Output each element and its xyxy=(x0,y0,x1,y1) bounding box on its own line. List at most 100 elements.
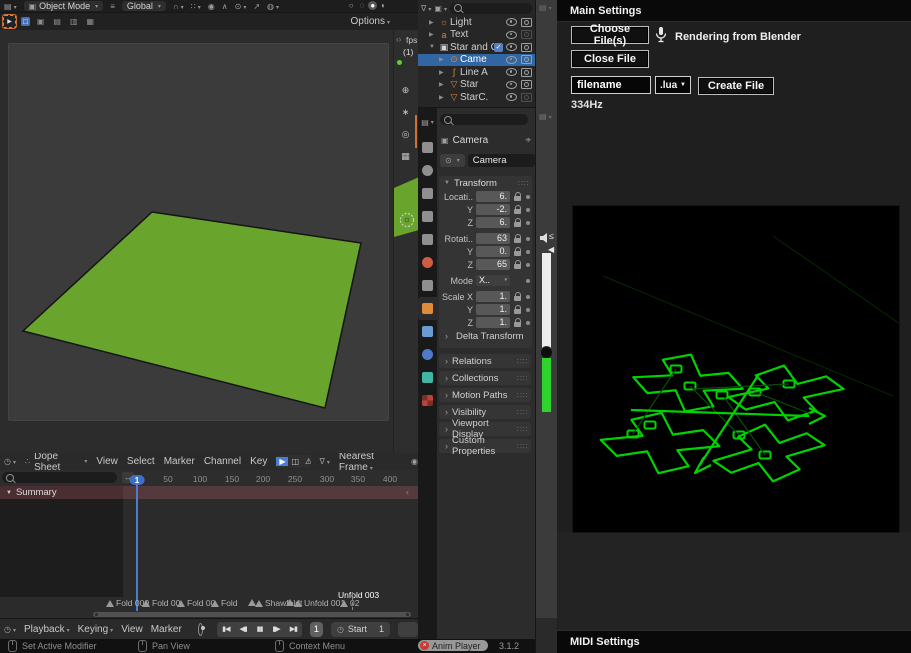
value-field[interactable]: 0. xyxy=(476,246,510,257)
extension-dropdown[interactable]: .lua▼ xyxy=(655,76,691,94)
eye-icon[interactable] xyxy=(506,18,517,26)
animate-dot-icon[interactable] xyxy=(526,263,530,267)
properties-panel-header[interactable]: › Relations ∷∷ xyxy=(439,354,531,368)
playback-menu[interactable]: Playback xyxy=(24,624,70,635)
eye-icon[interactable] xyxy=(506,93,517,101)
proportional-edit-icon[interactable]: ◉ xyxy=(208,2,215,11)
lock-icon[interactable] xyxy=(514,196,521,201)
pin-icon[interactable]: ⌖ xyxy=(525,135,531,146)
animate-dot-icon[interactable] xyxy=(526,237,530,241)
id-type-icon[interactable]: ⊙ xyxy=(440,154,465,167)
object-name-field[interactable]: Camera xyxy=(468,154,535,167)
eye-icon[interactable] xyxy=(506,81,517,89)
menu-item[interactable]: View xyxy=(96,456,118,467)
close-icon[interactable]: × xyxy=(420,641,429,650)
lock-icon[interactable] xyxy=(514,209,521,214)
timeline-marker[interactable]: Fold 00 xyxy=(177,599,215,607)
animate-dot-icon[interactable] xyxy=(526,321,530,325)
editor-type-icon[interactable]: ◷ xyxy=(4,457,16,466)
value-field[interactable]: 1. xyxy=(476,317,510,328)
camera-toggle-icon[interactable] xyxy=(521,43,532,52)
errors-toggle[interactable]: ⚠ xyxy=(302,457,311,466)
value-field[interactable]: X.. xyxy=(476,275,510,286)
delta-transform-panel-header[interactable]: › Delta Transform xyxy=(439,329,532,343)
menu-item[interactable]: Select xyxy=(127,456,155,467)
anim-player-badge[interactable]: ×Anim Player xyxy=(418,640,488,651)
animate-dot-icon[interactable] xyxy=(526,308,530,312)
disclosure-triangle-icon[interactable]: ▶ xyxy=(439,94,448,101)
filename-input[interactable] xyxy=(571,76,651,94)
transport-button[interactable]: ▶▮ xyxy=(285,622,302,637)
snap-magnet-icon[interactable]: ∩ xyxy=(173,2,184,11)
animate-dot-icon[interactable] xyxy=(526,250,530,254)
timeline-marker[interactable]: Fold xyxy=(211,599,238,607)
value-field[interactable]: 65 xyxy=(476,259,510,270)
properties-panel-header[interactable]: › Collections ∷∷ xyxy=(439,371,531,385)
Came[interactable]: ▶ ⊙ Came ✓ xyxy=(418,54,535,67)
grip-icon[interactable]: ∷∷ xyxy=(517,408,531,417)
properties-search-input[interactable] xyxy=(440,114,528,125)
value-field[interactable]: 6. xyxy=(476,191,510,202)
hidden-toggle[interactable]: ◫ xyxy=(288,457,302,466)
transport-button[interactable]: ◀▮ xyxy=(234,622,251,637)
camera-toggle-icon[interactable] xyxy=(521,30,532,39)
value-field[interactable]: 1. xyxy=(476,291,510,302)
close-file-button[interactable]: Close File xyxy=(571,50,649,68)
grip-icon[interactable]: ∷∷ xyxy=(517,391,531,400)
tab-modifiers[interactable] xyxy=(418,320,437,343)
shading-wireframe-icon[interactable]: ○ xyxy=(347,1,356,10)
eye-icon[interactable] xyxy=(506,31,517,39)
lock-icon[interactable] xyxy=(514,264,521,269)
lock-icon[interactable] xyxy=(514,309,521,314)
eye-icon[interactable] xyxy=(506,56,517,64)
filter-icon[interactable]: ∇ xyxy=(320,457,330,466)
gizmo-icon[interactable]: ↗ xyxy=(253,2,260,11)
animate-dot-icon[interactable] xyxy=(526,295,530,299)
tab-tool[interactable] xyxy=(418,136,437,159)
transport-button[interactable]: ▮◀ xyxy=(217,622,234,637)
collection-checkbox[interactable]: ✓ xyxy=(494,43,503,52)
timeline-ruler[interactable]: ↔ 150100150200250300350400 xyxy=(0,470,418,486)
animate-dot-icon[interactable] xyxy=(526,195,530,199)
tab-output[interactable] xyxy=(418,182,437,205)
filter-icon[interactable]: ∇ xyxy=(421,4,431,13)
channel-region[interactable] xyxy=(0,499,123,597)
menu-item[interactable]: Key xyxy=(250,456,267,467)
disclosure-triangle-icon[interactable]: ▼ xyxy=(429,44,438,50)
Text[interactable]: ▶ a Text ✓ xyxy=(418,29,535,42)
playhead[interactable] xyxy=(136,483,138,611)
orientation-dropdown[interactable]: Global xyxy=(122,1,166,11)
shading-solid-icon[interactable]: ● xyxy=(368,1,377,10)
overlays-icon[interactable]: ◍ xyxy=(267,2,279,11)
Line A[interactable]: ▶ ʃ Line A ✓ xyxy=(418,66,535,79)
camera-toggle-icon[interactable] xyxy=(521,80,532,89)
lock-icon[interactable] xyxy=(514,222,521,227)
grip-icon[interactable]: ∷∷ xyxy=(518,179,532,188)
tab-texture[interactable] xyxy=(418,389,437,412)
lock-icon[interactable] xyxy=(514,238,521,243)
editor-type-icon[interactable]: ◷ xyxy=(4,625,16,634)
value-field[interactable]: 1. xyxy=(476,304,510,315)
properties-panel-header[interactable]: › Visibility ∷∷ xyxy=(439,405,531,419)
value-field[interactable]: -2. xyxy=(476,204,510,215)
grip-icon[interactable]: ∷∷ xyxy=(517,425,531,434)
summary-row[interactable]: ▼Summary xyxy=(0,486,418,499)
plane-object[interactable] xyxy=(0,30,393,453)
StarC.[interactable]: ▶ ▽ StarC. ✓ xyxy=(418,91,535,104)
disclosure-triangle-icon[interactable]: ▶ xyxy=(429,19,438,26)
start-frame-field[interactable]: ◷ Start 1 xyxy=(331,622,390,637)
select-mode-2-icon[interactable]: ▣ xyxy=(35,17,47,26)
transport-button[interactable]: ▮▮ xyxy=(252,622,268,637)
properties-panel-header[interactable]: › Custom Properties ∷∷ xyxy=(439,439,531,453)
animate-dot-icon[interactable] xyxy=(526,279,530,283)
strip-menu-icon[interactable]: ▤ xyxy=(539,112,552,121)
volume-slider-track[interactable] xyxy=(542,253,551,348)
tab-scene[interactable] xyxy=(418,228,437,251)
eye-icon[interactable] xyxy=(506,68,517,76)
proportional-icon[interactable]: ◉ xyxy=(411,457,418,466)
record-button[interactable] xyxy=(198,623,203,636)
tab-render[interactable] xyxy=(418,159,437,182)
tab-object[interactable] xyxy=(418,297,437,320)
pivot-icon[interactable]: ⊙ xyxy=(235,2,247,11)
midi-settings-header[interactable]: MIDI Settings xyxy=(557,630,911,653)
